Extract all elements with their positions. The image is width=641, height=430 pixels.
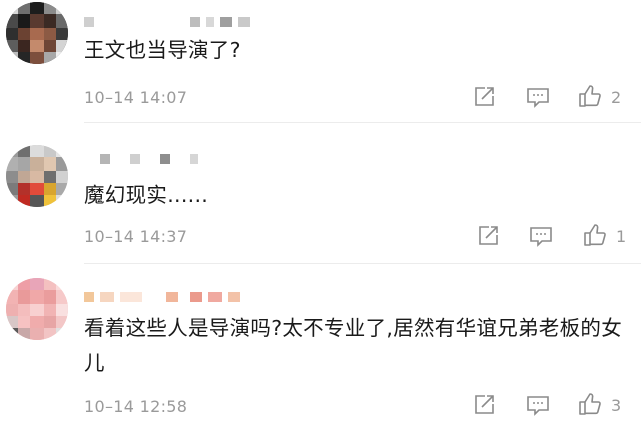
comment-text: 看着这些人是导演吗?太不专业了,居然有华谊兄弟老板的女儿	[84, 316, 622, 375]
like-count: 3	[611, 396, 622, 415]
username-masked[interactable]	[84, 290, 240, 304]
thumbs-up-icon	[584, 224, 606, 246]
comment-item: 王文也当导演了? 10–14 14:07 2	[0, 0, 641, 123]
like-button[interactable]	[583, 223, 607, 247]
comment-icon	[527, 396, 549, 416]
comment-icon	[530, 227, 552, 247]
comment-item: 看着这些人是导演吗?太不专业了,居然有华谊兄弟老板的女儿 10–14 12:58…	[0, 264, 641, 430]
reply-button[interactable]	[526, 85, 550, 109]
avatar[interactable]	[6, 2, 68, 64]
share-icon	[479, 226, 498, 245]
comment-text: 魔幻现实......	[84, 183, 209, 207]
thumbs-up-icon	[579, 393, 601, 415]
share-icon	[475, 87, 494, 106]
like-count: 2	[611, 88, 622, 107]
comment-time: 10–14 12:58	[84, 397, 188, 416]
reply-button[interactable]	[526, 393, 550, 417]
comment-time: 10–14 14:07	[84, 88, 188, 107]
avatar[interactable]	[6, 278, 68, 340]
avatar[interactable]	[6, 145, 68, 207]
like-count: 1	[616, 227, 627, 246]
thumbs-up-icon	[579, 85, 601, 107]
share-button[interactable]	[472, 85, 496, 109]
like-button[interactable]	[578, 84, 602, 108]
username-masked[interactable]	[84, 15, 250, 29]
like-button[interactable]	[578, 392, 602, 416]
share-button[interactable]	[476, 224, 500, 248]
comment-time: 10–14 14:37	[84, 227, 188, 246]
share-button[interactable]	[472, 393, 496, 417]
comment-icon	[527, 88, 549, 108]
comment-text: 王文也当导演了?	[84, 38, 241, 62]
share-icon	[475, 395, 494, 414]
username-masked[interactable]	[84, 152, 198, 166]
reply-button[interactable]	[529, 224, 553, 248]
comment-item: 魔幻现实...... 10–14 14:37 1	[0, 123, 641, 264]
